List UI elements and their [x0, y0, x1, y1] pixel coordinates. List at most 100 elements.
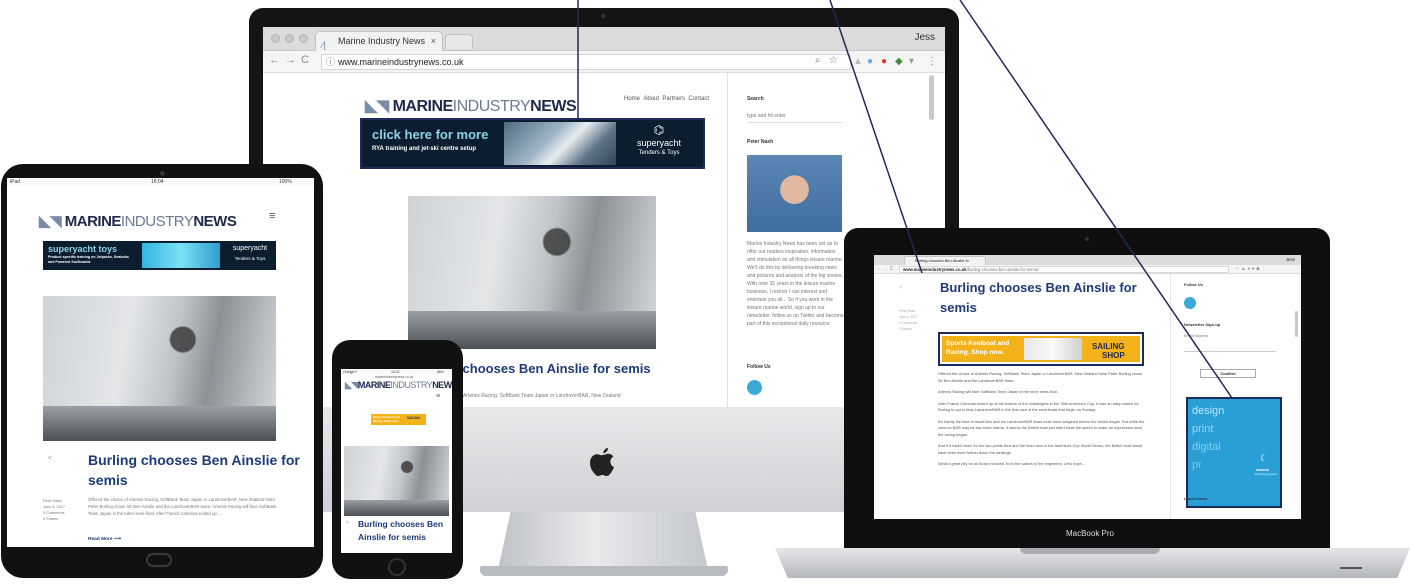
url-host: www.marineindustrynews.co.uk — [903, 267, 967, 272]
design-print-ad[interactable]: design print digital pr ☾ marine adverti… — [1186, 397, 1282, 508]
ipad-home-button[interactable] — [146, 553, 172, 567]
boat-deck — [344, 500, 449, 516]
twitter-icon[interactable] — [747, 380, 762, 395]
tab-title: Burling chooses Ben Ainslie fo — [915, 258, 969, 263]
page-scrollbar[interactable] — [929, 75, 934, 120]
ad-jetski-image — [142, 243, 220, 268]
follow-label: Follow Us — [747, 364, 771, 370]
url-text[interactable]: marineindustrynews.co.uk — [375, 375, 413, 379]
iphone-screen: Orange F 16:02 56% marineindustrynews.co… — [341, 369, 452, 553]
ad-cta-text: superyacht toys — [48, 244, 118, 254]
meta-shares[interactable]: 0 Shares — [43, 516, 83, 522]
back-arrow-icon[interactable]: ← — [269, 54, 280, 66]
ad-word: print — [1192, 423, 1214, 435]
article-hero-photo — [344, 446, 449, 516]
meta-shares[interactable]: 0 Shares — [899, 326, 935, 332]
nav-home[interactable]: Home — [624, 96, 640, 102]
ad-brand-bottom: SHOP — [1102, 351, 1125, 360]
hamburger-menu-icon[interactable]: ≡ — [269, 210, 275, 222]
iphone-home-button[interactable] — [388, 558, 406, 576]
window-minimize-button[interactable] — [285, 34, 294, 43]
profile-name[interactable]: Jess — [1286, 257, 1295, 262]
status-time: 16:04 — [151, 179, 164, 185]
site-logo[interactable]: ◣◥MARINEINDUSTRYNEWS — [345, 380, 452, 391]
nav-contact[interactable]: Contact — [688, 96, 709, 102]
page-scrollbar[interactable] — [1295, 311, 1298, 337]
extension-icons[interactable]: ☆ ▲ ● ● ◆ ⋮ — [1235, 266, 1266, 272]
share-icon[interactable]: < — [48, 455, 52, 462]
confirm-label: Confirm — [1220, 371, 1236, 376]
article-title-line2[interactable]: semis — [88, 472, 128, 488]
read-more-link[interactable]: Read More ⟶ — [88, 537, 121, 542]
ad-text-line2: Racing. Shop now. — [373, 419, 398, 423]
extension-icon[interactable]: ● — [867, 56, 873, 67]
site-logo[interactable]: ◣◥ MARINEINDUSTRYNEWS — [39, 212, 237, 230]
article-title-line2[interactable]: Ainslie for semis — [358, 532, 426, 542]
share-icon[interactable]: < — [346, 520, 349, 526]
ad-brand-top: SAILING — [407, 416, 420, 420]
ad-sub-text: RYA training and jet-ski centre setup — [372, 146, 477, 152]
macbook-screen: Burling chooses Ben Ainslie fo Jess ← → … — [874, 255, 1301, 519]
marine-agency-logo-icon: ☾ — [1260, 453, 1269, 463]
follow-label: Follow Us — [1184, 282, 1203, 287]
imac-browser-tab[interactable]: ⁄| Marine Industry News × — [315, 31, 443, 51]
window-close-button[interactable] — [271, 34, 280, 43]
site-logo[interactable]: ◣◥ MARINEINDUSTRYNEWS — [365, 96, 577, 116]
article-meta: Peter Nash June 4, 2017 0 Comments 0 Sha… — [899, 308, 935, 332]
confirm-button[interactable]: Confirm — [1200, 369, 1256, 378]
extension-icon[interactable]: ● — [881, 56, 887, 67]
twitter-icon[interactable] — [1184, 297, 1196, 309]
latest-news-label: Latest News — [1184, 496, 1208, 501]
extension-icon[interactable]: ◆ — [895, 56, 903, 67]
nav-about[interactable]: About — [643, 96, 659, 102]
ad-boat-image — [504, 122, 616, 165]
ad-text-line2: Racing. Shop now. — [946, 349, 1004, 356]
imac-ad-banner[interactable]: click here for more RYA training and jet… — [360, 118, 705, 169]
imac-address-bar: ← → C ⓘ www.marineindustrynews.co.uk ⌕ ☆… — [263, 51, 945, 73]
search-icon[interactable]: ⌕ — [815, 55, 821, 66]
status-device: iPad — [10, 179, 21, 185]
share-icon[interactable]: < — [899, 285, 903, 291]
status-battery: 56% — [437, 370, 444, 374]
back-arrow-icon[interactable]: ← → C — [877, 266, 893, 272]
macbook-browser-tab[interactable]: Burling chooses Ben Ainslie fo — [904, 256, 986, 265]
newsletter-label: Newsletter Sign-up — [1184, 322, 1221, 327]
tab-title: Marine Industry News — [338, 36, 426, 46]
article-title-line1[interactable]: Burling chooses Ben Ainslie for — [940, 280, 1137, 295]
article-title[interactable]: g chooses Ben Ainslie for semis — [451, 361, 651, 376]
profile-name[interactable]: Jess — [914, 32, 935, 43]
extension-icon[interactable]: ▲ — [853, 56, 863, 67]
info-icon[interactable]: ⓘ — [326, 55, 335, 69]
ad-word: digital — [1192, 441, 1221, 453]
iphone-ad-banner[interactable]: Sports Keelboat and Racing. Shop now. SA… — [371, 414, 426, 425]
imac-stand-foot — [480, 566, 728, 576]
logo-mark-icon: ◣◥ — [39, 213, 65, 230]
new-tab-button[interactable] — [445, 34, 473, 49]
ad-brand-top: superyacht — [232, 245, 268, 252]
extension-icon[interactable]: ▾ — [909, 56, 914, 67]
ipad-camera — [160, 171, 165, 176]
nav-partners[interactable]: Partners — [662, 96, 685, 102]
article-title-line1[interactable]: Burling chooses Ben — [358, 519, 443, 529]
apple-logo-icon — [590, 448, 614, 476]
ad-brand-bottom: Tenders & Toys — [638, 150, 680, 156]
url-field[interactable]: ⓘ www.marineindustrynews.co.uk — [321, 54, 851, 70]
email-input[interactable]: Email Address — [1184, 332, 1208, 340]
ipad-ad-banner[interactable]: superyacht toys Product specific trainin… — [43, 241, 276, 270]
article-title-line2[interactable]: semis — [940, 300, 977, 315]
hamburger-menu-icon[interactable]: ≡ — [436, 393, 440, 400]
article-title-line1[interactable]: Burling chooses Ben Ainslie for — [88, 452, 300, 468]
star-icon[interactable]: ☆ — [829, 55, 838, 66]
search-input[interactable]: type and hit enter — [747, 112, 786, 120]
menu-dots-icon[interactable]: ⋮ — [927, 56, 937, 67]
window-zoom-button[interactable] — [299, 34, 308, 43]
forward-arrow-icon[interactable]: → — [285, 54, 296, 66]
url-field[interactable]: www.marineindustrynews.co.uk/burling-cho… — [899, 266, 1229, 273]
sidebar-divider — [1170, 274, 1171, 519]
sailing-shop-ad[interactable]: Sports Keelboat and Racing. Shop now. SA… — [938, 332, 1144, 366]
reload-icon[interactable]: C — [301, 54, 309, 66]
paragraph: What a great pity for all those involved… — [938, 461, 1085, 466]
url-text: www.marineindustrynews.co.uk — [338, 57, 464, 67]
close-icon[interactable]: × — [431, 32, 436, 50]
paragraph: After Franck Cammas ended up at the bott… — [938, 400, 1139, 413]
